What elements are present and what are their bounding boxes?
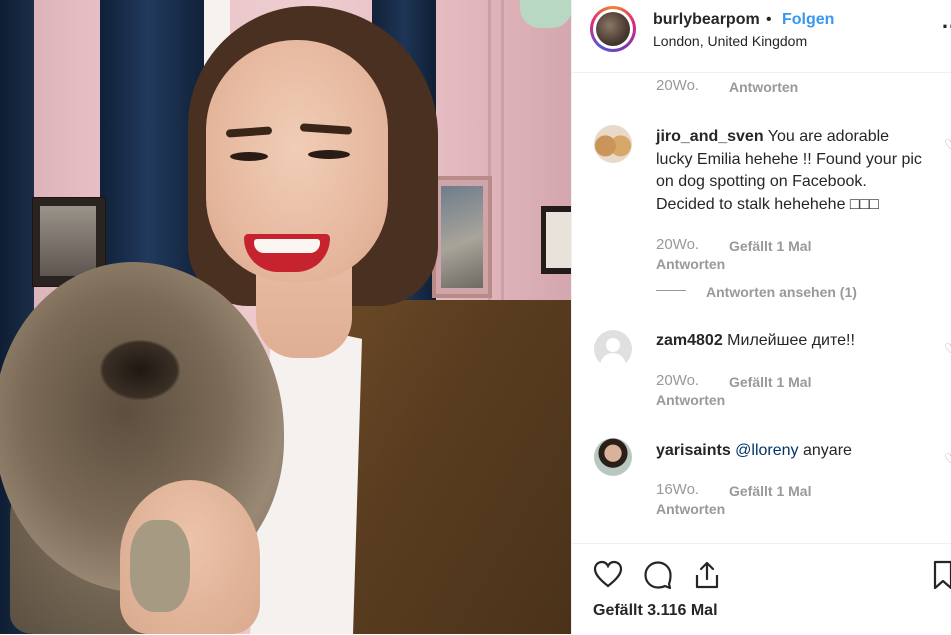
share-icon[interactable] [692,560,722,590]
comment-avatar[interactable] [594,125,632,163]
comment-username[interactable]: yarisaints [656,442,731,459]
header-separator: • [766,11,772,28]
more-options-icon[interactable]: … [941,8,951,34]
comment-body: zam4802 Милейшее дите!! [656,330,926,353]
photo-eye-right [308,150,350,159]
photo-painting-frame [432,176,492,298]
instagram-post-view: burlybearpom • Folgen London, United Kin… [0,0,951,634]
comment-time[interactable]: 20Wo. [656,77,699,94]
comment-likes[interactable]: Gefällt 1 Mal [729,238,811,254]
likes-count[interactable]: Gefällt 3.116 Mal [593,602,718,620]
bookmark-icon[interactable] [932,560,951,590]
comment-username[interactable]: jiro_and_sven [656,128,764,145]
comment-time[interactable]: 20Wo. [656,236,699,253]
comment-username[interactable]: zam4802 [656,332,723,349]
comment-icon[interactable] [643,560,673,590]
comment-like-icon[interactable]: ♡ [944,340,951,357]
post-sidebar: burlybearpom • Folgen London, United Kin… [571,0,951,634]
comment-body: jiro_and_sven You are adorable lucky Emi… [656,126,926,216]
replies-divider [656,290,686,291]
header-location[interactable]: London, United Kingdom [653,33,807,49]
post-header: burlybearpom • Folgen London, United Kin… [572,0,951,73]
comment-likes[interactable]: Gefällt 1 Mal [729,374,811,390]
photo-eye-left [230,152,268,161]
action-bar: Gefällt 3.116 Mal [572,543,951,635]
reply-button[interactable]: Antworten [656,392,725,408]
avatar[interactable] [590,6,636,52]
reply-button[interactable]: Antworten [729,79,798,95]
follow-button[interactable]: Folgen [782,11,834,29]
photo-lamp [520,0,571,28]
comment-body: yarisaints @lloreny anyare [656,440,926,463]
comment-like-icon[interactable]: ♡ [944,450,951,467]
photo-dog-paw [130,520,190,612]
view-replies-button[interactable]: Antworten ansehen (1) [706,284,857,300]
post-photo[interactable] [0,0,571,634]
photo-small-frame [541,206,571,274]
comment-time[interactable]: 16Wo. [656,481,699,498]
reply-button[interactable]: Antworten [656,501,725,517]
comment-avatar[interactable] [594,438,632,476]
comment-text: anyare [803,442,852,459]
comment-mention[interactable]: @lloreny [735,442,798,459]
header-username[interactable]: burlybearpom [653,11,760,29]
heart-icon[interactable] [593,560,623,590]
photo-teeth [254,239,320,253]
comment-text: Милейшее дите!! [727,332,855,349]
comment-likes[interactable]: Gefällt 1 Mal [729,483,811,499]
reply-button[interactable]: Antworten [656,256,725,272]
comment-time[interactable]: 20Wo. [656,372,699,389]
comment-avatar[interactable] [594,330,632,368]
comment-like-icon[interactable]: ♡ [944,136,951,153]
photo-dog-face [100,340,180,400]
